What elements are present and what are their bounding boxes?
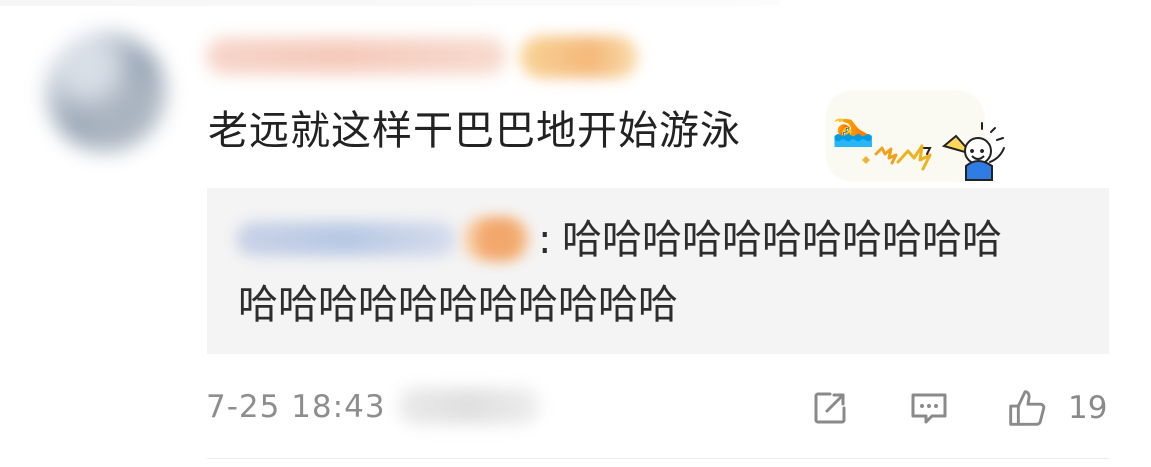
reply-text-line-2: 哈哈哈哈哈哈哈哈哈哈哈: [238, 282, 678, 328]
top-divider: [0, 0, 780, 6]
reply-username-obscured[interactable]: [236, 222, 456, 256]
reply-colon: :: [538, 217, 552, 263]
cheer-sticker-icon: [862, 122, 1005, 181]
comment-icon[interactable]: [907, 386, 951, 430]
reply-text-line-1: 哈哈哈哈哈哈哈哈哈哈哈: [562, 217, 1002, 263]
reply-preview[interactable]: [207, 188, 1109, 354]
location-obscured: [398, 388, 540, 424]
comment-timestamp: 7-25 18:43: [206, 389, 386, 425]
username-obscured[interactable]: [206, 38, 506, 74]
comment-text: 老远就这样干巴巴地开始游泳: [208, 108, 741, 154]
avatar[interactable]: [46, 32, 166, 152]
user-badge-obscured: [520, 36, 638, 78]
bottom-divider: [207, 458, 1109, 459]
thumbs-up-icon[interactable]: [1004, 386, 1048, 430]
reply-user-badge-obscured: [462, 216, 530, 262]
share-icon[interactable]: [808, 386, 852, 430]
like-count: 19: [1068, 390, 1108, 426]
